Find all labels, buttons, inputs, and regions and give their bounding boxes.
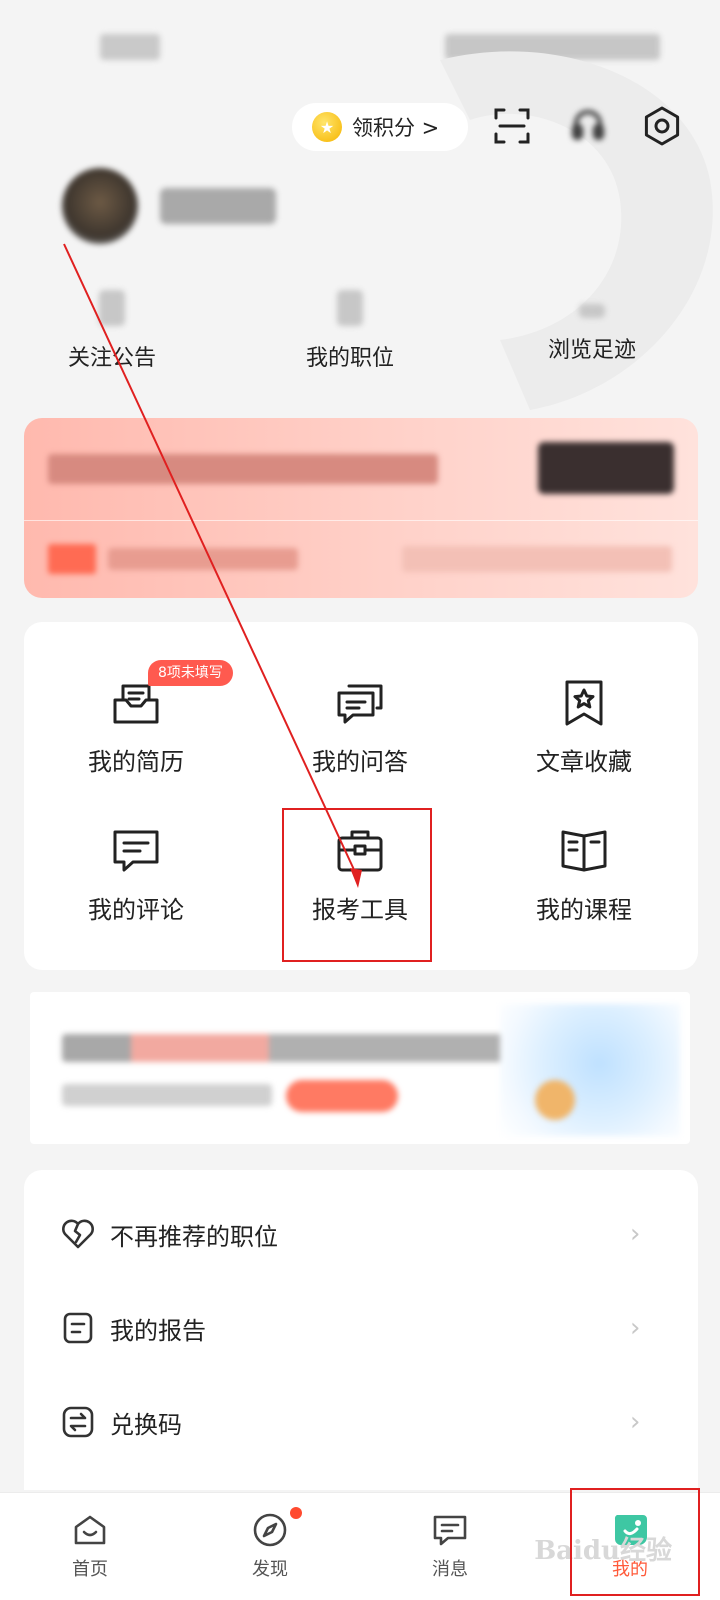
star-coin-icon: ★ bbox=[312, 112, 342, 142]
grid-label: 我的课程 bbox=[536, 896, 632, 924]
settings-icon[interactable] bbox=[638, 102, 686, 150]
report-icon bbox=[60, 1310, 96, 1346]
bookmark-icon bbox=[557, 678, 611, 728]
message-icon bbox=[429, 1509, 471, 1551]
exchange-icon bbox=[60, 1404, 96, 1440]
earn-points-button[interactable]: ★ 领积分 > bbox=[292, 103, 468, 151]
membership-subtitle bbox=[108, 548, 298, 570]
nav-label: 消息 bbox=[432, 1559, 468, 1580]
grid-label: 我的评论 bbox=[88, 896, 184, 924]
nav-item-home[interactable]: 首页 bbox=[0, 1493, 180, 1600]
book-icon bbox=[557, 826, 611, 876]
qa-icon bbox=[333, 678, 387, 728]
grid-item-qa[interactable]: 我的问答 bbox=[248, 622, 472, 776]
avatar[interactable] bbox=[62, 168, 138, 244]
promo-banner[interactable] bbox=[30, 992, 690, 1144]
compass-icon bbox=[249, 1509, 291, 1551]
nav-item-messages[interactable]: 消息 bbox=[360, 1493, 540, 1600]
list-label: 兑换码 bbox=[110, 1410, 182, 1439]
banner-divider bbox=[24, 520, 698, 521]
promo-subtitle bbox=[62, 1084, 272, 1106]
list-item-my-reports[interactable]: 我的报告 › bbox=[24, 1280, 698, 1376]
nav-item-discover[interactable]: 发现 bbox=[180, 1493, 360, 1600]
stat-my-positions[interactable]: 我的职位 bbox=[260, 290, 440, 372]
stat-label: 浏览足迹 bbox=[547, 338, 636, 363]
annotation-box-exam-tools bbox=[282, 808, 432, 962]
status-bar-time bbox=[100, 34, 160, 60]
membership-open-button[interactable] bbox=[538, 442, 674, 494]
membership-tag bbox=[48, 544, 96, 574]
countdown-timer bbox=[402, 546, 672, 572]
stat-label: 我的职位 bbox=[305, 346, 394, 371]
stat-value bbox=[579, 304, 605, 318]
broken-heart-icon bbox=[60, 1216, 96, 1252]
scan-icon[interactable] bbox=[488, 102, 536, 150]
headset-icon[interactable] bbox=[564, 102, 612, 150]
stat-followed-announcements[interactable]: 关注公告 bbox=[22, 290, 202, 372]
chevron-right-icon: › bbox=[630, 1219, 641, 1249]
promo-cta-button[interactable] bbox=[286, 1080, 398, 1112]
username bbox=[160, 188, 276, 224]
annotation-box-profile-tab bbox=[570, 1488, 700, 1596]
list-label: 我的报告 bbox=[110, 1316, 206, 1345]
promo-title bbox=[62, 1034, 522, 1062]
membership-title bbox=[48, 454, 438, 484]
home-icon bbox=[69, 1509, 111, 1551]
nav-label: 发现 bbox=[252, 1559, 288, 1580]
stat-label: 关注公告 bbox=[67, 346, 156, 371]
nav-label: 首页 bbox=[72, 1559, 108, 1580]
promo-illustration bbox=[500, 1004, 680, 1136]
resume-incomplete-badge: 8项未填写 bbox=[148, 660, 233, 686]
earn-points-label: 领积分 > bbox=[352, 116, 440, 140]
chevron-right-icon: › bbox=[630, 1407, 641, 1437]
grid-item-comments[interactable]: 我的评论 bbox=[24, 770, 248, 924]
grid-item-favorites[interactable]: 文章收藏 bbox=[472, 622, 696, 776]
notification-dot bbox=[290, 1507, 302, 1519]
grid-item-courses[interactable]: 我的课程 bbox=[472, 770, 696, 924]
stat-value bbox=[99, 290, 125, 326]
comment-icon bbox=[109, 826, 163, 876]
stat-browse-history[interactable]: 浏览足迹 bbox=[502, 290, 682, 364]
promo-coin-image bbox=[535, 1080, 575, 1120]
list-item-redeem-code[interactable]: 兑换码 › bbox=[24, 1374, 698, 1470]
list-label: 不再推荐的职位 bbox=[110, 1222, 278, 1251]
list-item-not-recommended[interactable]: 不再推荐的职位 › bbox=[24, 1186, 698, 1282]
grid-item-resume[interactable]: 我的简历 bbox=[24, 622, 248, 776]
membership-banner[interactable] bbox=[24, 418, 698, 598]
menu-list-card: 不再推荐的职位 › 我的报告 › 兑换码 › bbox=[24, 1170, 698, 1490]
chevron-right-icon: › bbox=[630, 1313, 641, 1343]
stat-value bbox=[337, 290, 363, 326]
